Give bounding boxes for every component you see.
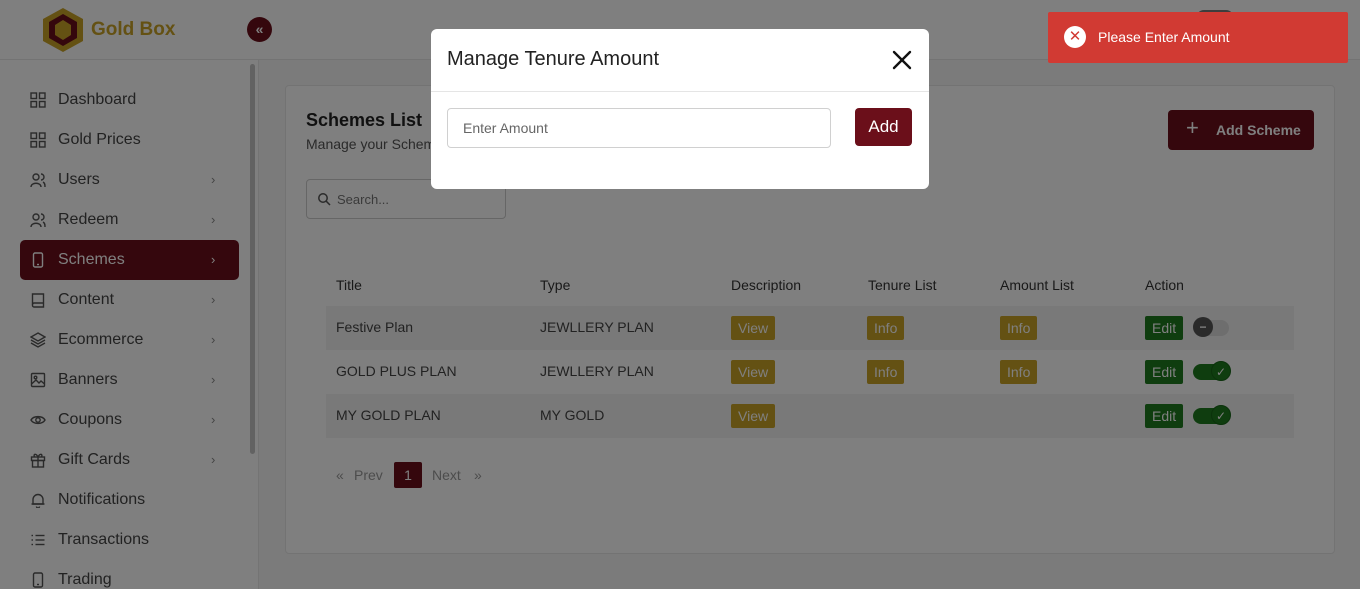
toast-message: Please Enter Amount: [1098, 29, 1230, 45]
modal-divider: [431, 91, 929, 92]
error-icon: ✕: [1064, 26, 1086, 48]
close-icon[interactable]: [891, 49, 913, 71]
add-amount-button[interactable]: Add: [855, 108, 912, 146]
amount-input[interactable]: [447, 108, 831, 148]
modal-title: Manage Tenure Amount: [447, 48, 660, 70]
manage-tenure-modal: Manage Tenure Amount Add: [431, 29, 929, 189]
error-toast[interactable]: ✕ Please Enter Amount: [1048, 12, 1348, 63]
